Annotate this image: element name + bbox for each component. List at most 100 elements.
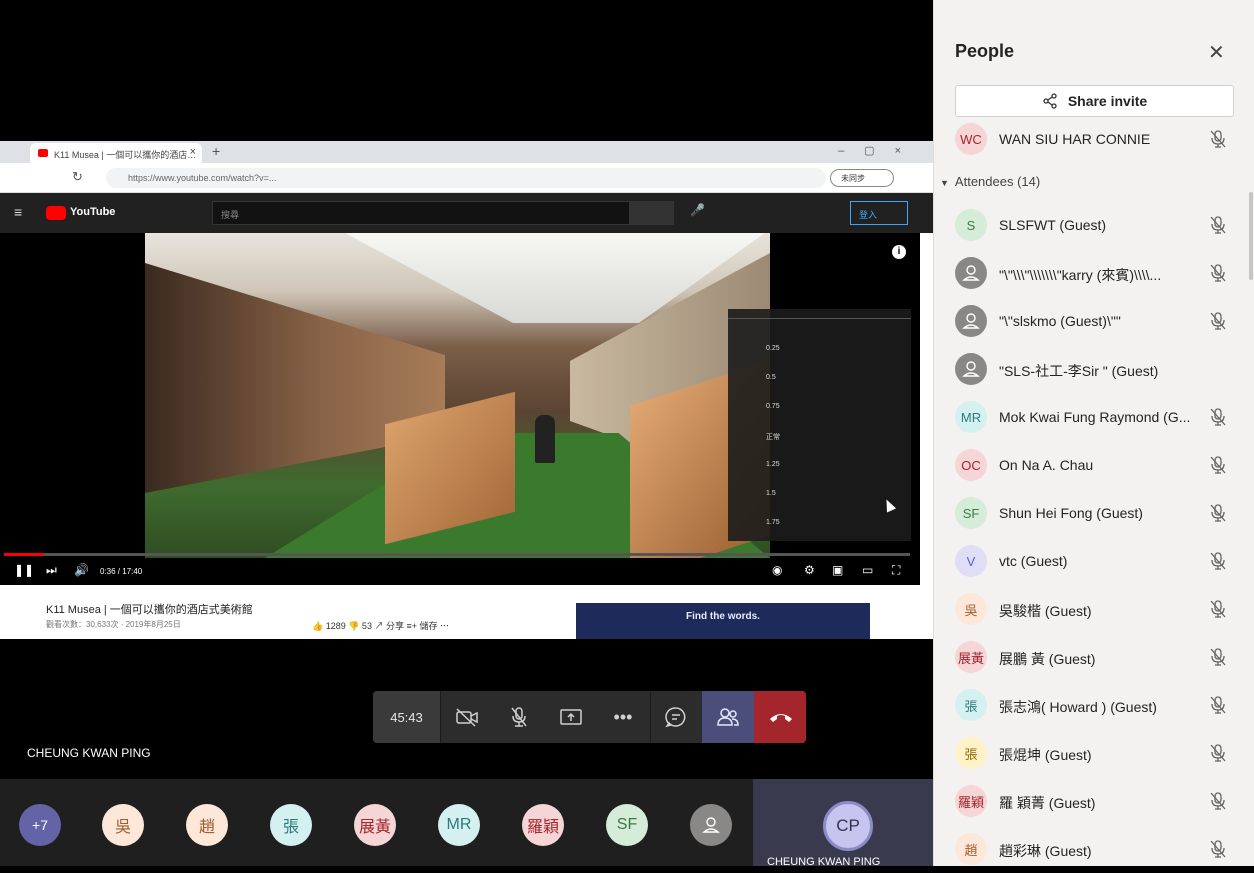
avatar: 張 [955, 689, 987, 721]
participant-name: Shun Hei Fong (Guest) [999, 505, 1143, 521]
speed-option[interactable]: 1.5 [766, 490, 776, 497]
attendees-section-header[interactable]: ▼ Attendees (14) [940, 174, 1040, 189]
meeting-stage: K11 Musea | 一個可以攜你的酒店… × + –▢× ↻ https:/… [0, 0, 933, 868]
mic-muted-icon [1208, 695, 1228, 720]
close-icon[interactable]: ✕ [1208, 40, 1225, 65]
speed-option[interactable]: 1.75 [766, 519, 780, 526]
attendee-row[interactable]: OC On Na A. Chau [934, 441, 1254, 489]
participant-name: 張焜坤 (Guest) [999, 747, 1092, 763]
speed-option[interactable]: 正常 [766, 432, 780, 442]
video-action-row[interactable]: 👍 1289 👎 53 ↗ 分享 ≡+ 儲存 ⋯ [312, 619, 449, 632]
participant-name: "\"\\\"\\\\\\\"karry (來賓)\\\\... [999, 267, 1162, 283]
attendee-row[interactable]: Vvtc (Guest) [934, 537, 1254, 585]
mic-muted-icon [1208, 455, 1228, 480]
attendee-row[interactable]: 張張焜坤 (Guest) [934, 729, 1254, 777]
next-icon[interactable]: ⏭ [46, 563, 57, 578]
participant-avatar[interactable]: 趙 [186, 804, 228, 846]
scrollbar[interactable] [1249, 192, 1253, 280]
volume-icon[interactable]: 🔊 [74, 563, 89, 577]
avatar: 羅穎 [955, 785, 987, 817]
speed-option[interactable]: 1.25 [766, 461, 780, 468]
speed-option[interactable]: 0.75 [766, 403, 780, 410]
self-avatar: CP [823, 801, 873, 851]
attendee-row[interactable]: 羅穎羅 穎菁 (Guest) [934, 777, 1254, 825]
fullscreen-icon[interactable]: ⛶ [892, 563, 900, 578]
mic-muted-icon [1208, 407, 1228, 432]
reload-icon[interactable]: ↻ [72, 169, 83, 185]
video-details: K11 Musea | 一個可以攜你的酒店式美術館 觀看次數：30,633次 ·… [0, 585, 933, 639]
attendee-row[interactable]: 展黃 展鵬 黃 (Guest) [934, 633, 1254, 681]
attendees-label: Attendees (14) [954, 174, 1041, 189]
self-video-tile[interactable]: CP CHEUNG KWAN PING [753, 779, 933, 868]
participant-name: "SLS-社工-李Sir " (Guest) [999, 363, 1159, 379]
youtube-signin-button[interactable]: 登入 [850, 201, 908, 225]
miniplayer-icon[interactable]: ▣ [832, 563, 843, 577]
ad-banner[interactable]: Find the words. [576, 603, 870, 639]
theater-mode-icon[interactable]: ▭ [862, 563, 873, 577]
mic-muted-icon [1208, 599, 1228, 624]
hang-up-icon [769, 714, 792, 722]
new-tab-icon[interactable]: + [212, 143, 220, 159]
youtube-logo[interactable]: YouTube [46, 206, 120, 220]
autoplay-toggle-icon[interactable]: ◉ [772, 563, 782, 577]
camera-off-button[interactable] [441, 691, 493, 743]
pause-icon[interactable]: ❚❚ [14, 563, 34, 577]
info-icon[interactable]: i [892, 245, 906, 259]
profile-pill[interactable]: 未同步 [830, 169, 894, 187]
youtube-search-input[interactable]: 搜尋 [212, 201, 630, 225]
video-progress-bar[interactable] [4, 553, 910, 556]
video-time: 0:36 / 17:40 [100, 567, 143, 576]
attendee-row[interactable]: "\"slskmo (Guest)\"" [934, 297, 1254, 345]
attendee-row[interactable]: "\"\\\"\\\\\\\"karry (來賓)\\\\... [934, 249, 1254, 297]
youtube-search-button[interactable] [630, 201, 674, 225]
attendee-row[interactable]: SF Shun Hei Fong (Guest) [934, 489, 1254, 537]
youtube-player[interactable]: i 0.25 0.5 0.75 正常 1.25 1.5 1.75 ❚❚ ⏭ 🔊 0:36 /… [0, 233, 920, 585]
video-frame[interactable] [145, 233, 770, 558]
participant-avatar[interactable]: SF [606, 804, 648, 846]
video-title[interactable]: K11 Musea | 一個可以攜你的酒店式美術館 [46, 601, 253, 617]
chat-button[interactable] [650, 691, 702, 743]
share-invite-button[interactable]: Share invite [955, 85, 1234, 117]
speed-option[interactable]: 0.25 [766, 345, 780, 352]
mic-muted-icon [1208, 839, 1228, 864]
voice-search-icon[interactable]: 🎤 [690, 203, 705, 217]
more-options-icon[interactable]: ••• [597, 691, 649, 743]
participant-avatar[interactable]: 吳 [102, 804, 144, 846]
mic-muted-icon [1208, 551, 1228, 576]
overflow-participants-button[interactable]: +7 [19, 804, 61, 846]
avatar: 吳 [955, 593, 987, 625]
share-screen-button[interactable] [545, 691, 597, 743]
settings-gear-icon[interactable]: ⚙ [804, 563, 815, 577]
organizer-row[interactable]: WC WAN SIU HAR CONNIE [934, 115, 1254, 163]
browser-tab[interactable]: K11 Musea | 一個可以攜你的酒店… × [30, 143, 202, 163]
chat-icon [665, 707, 686, 728]
participant-avatar[interactable]: 張 [270, 804, 312, 846]
player-controls: ❚❚ ⏭ 🔊 0:36 / 17:40 ◉ ⚙ ▣ ▭ ⛶ [0, 559, 920, 585]
speed-option[interactable]: 0.5 [766, 374, 776, 381]
hang-up-button[interactable] [754, 691, 806, 743]
participants-button[interactable] [702, 691, 754, 743]
youtube-favicon-icon [38, 149, 48, 157]
share-invite-label: Share invite [1067, 93, 1148, 109]
anonymous-person-icon[interactable] [690, 804, 732, 846]
mic-muted-icon [1208, 791, 1228, 816]
mic-muted-icon [1208, 215, 1228, 240]
avatar: 張 [955, 737, 987, 769]
participant-avatar[interactable]: 羅穎 [522, 804, 564, 846]
speaker-name-label: CHEUNG KWAN PING [27, 746, 151, 760]
window-controls-icon[interactable]: –▢× [838, 144, 921, 157]
participant-avatar[interactable]: MR [438, 804, 480, 846]
attendee-row[interactable]: 張張志鴻( Howard ) (Guest) [934, 681, 1254, 729]
close-tab-icon[interactable]: × [190, 146, 196, 158]
url-field[interactable]: https://www.youtube.com/watch?v=... [106, 168, 826, 188]
attendee-row[interactable]: S SLSFWT (Guest) [934, 201, 1254, 249]
attendee-row[interactable]: "SLS-社工-李Sir " (Guest) [934, 345, 1254, 393]
video-progress-fill [4, 553, 44, 556]
mute-button[interactable] [493, 691, 545, 743]
avatar: WC [955, 123, 987, 155]
attendee-row[interactable]: 吳吳駿楷 (Guest) [934, 585, 1254, 633]
hamburger-menu-icon[interactable]: ≡ [14, 204, 22, 220]
attendee-row[interactable]: MR Mok Kwai Fung Raymond (G... [934, 393, 1254, 441]
mic-muted-icon [1208, 503, 1228, 528]
participant-avatar[interactable]: 展黃 [354, 804, 396, 846]
